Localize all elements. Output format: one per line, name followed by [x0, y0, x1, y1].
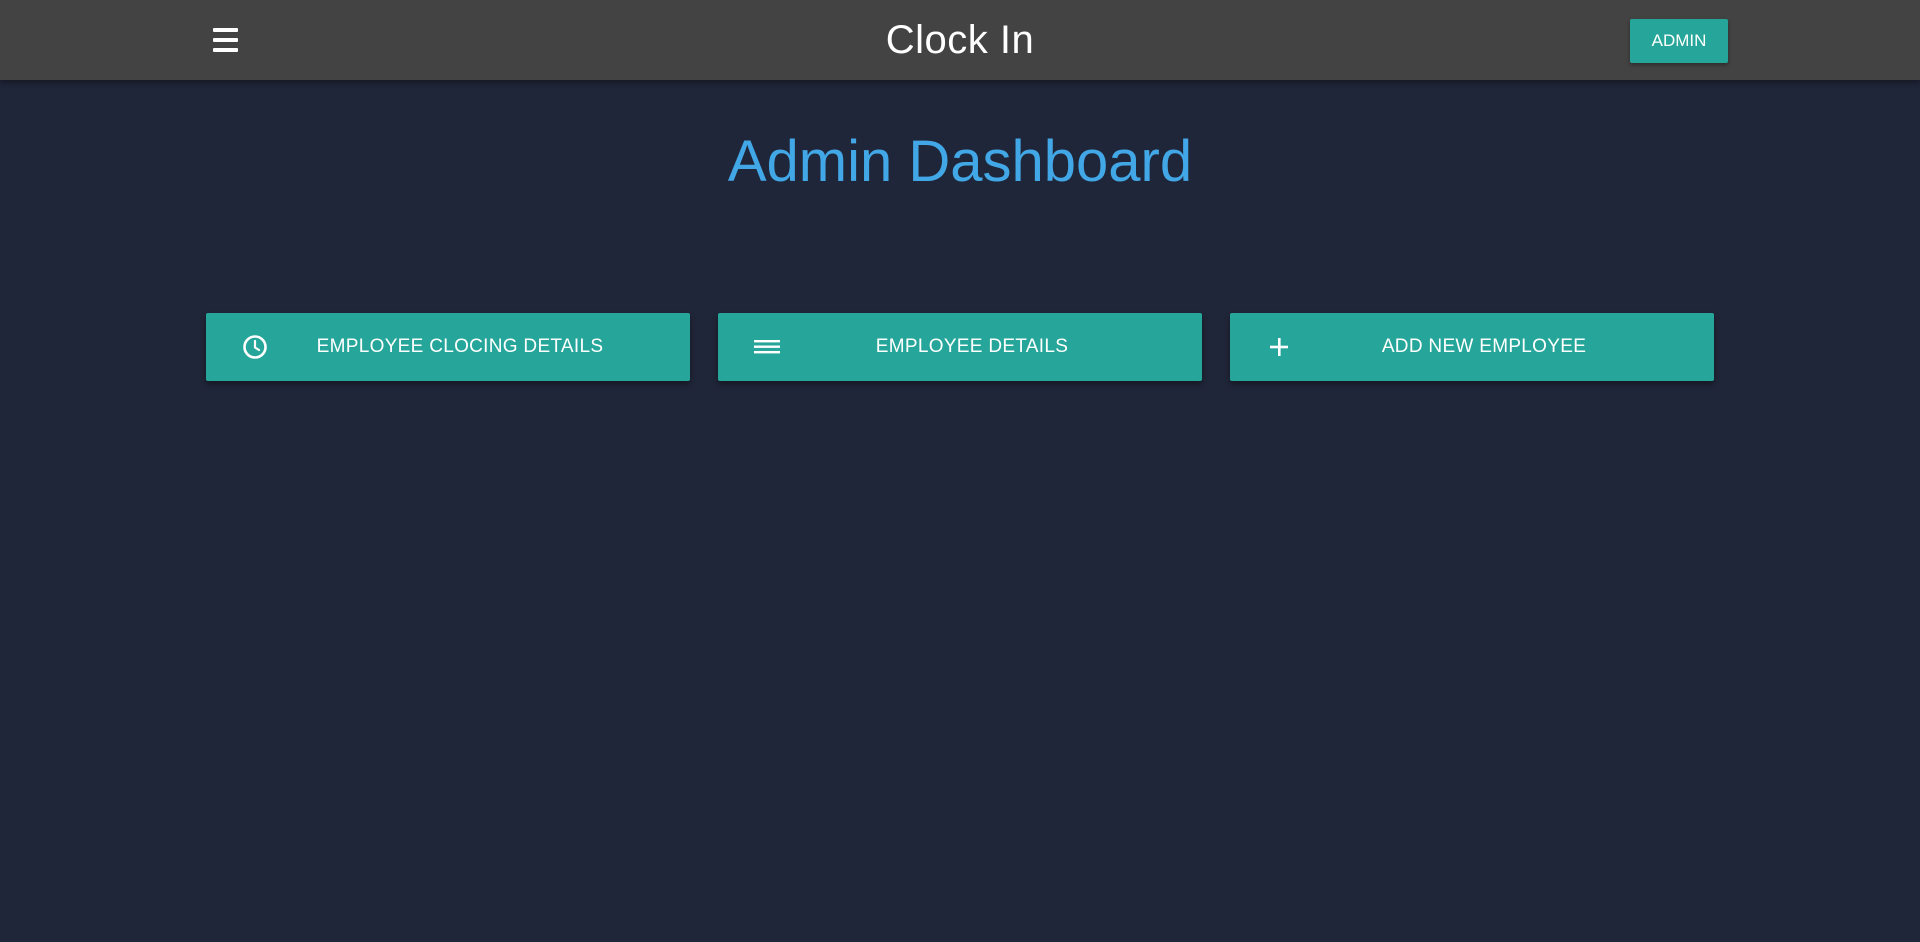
add-new-employee-button[interactable]: ADD NEW EMPLOYEE	[1230, 313, 1714, 381]
button-label: EMPLOYEE DETAILS	[875, 336, 1069, 357]
admin-button[interactable]: ADMIN	[1630, 19, 1728, 63]
button-label: ADD NEW EMPLOYEE	[1381, 336, 1587, 357]
button-label: EMPLOYEE CLOCING DETAILS	[316, 336, 604, 357]
employee-clocking-details-button[interactable]: EMPLOYEE CLOCING DETAILS	[206, 313, 690, 381]
employee-details-button[interactable]: EMPLOYEE DETAILS	[718, 313, 1202, 381]
page-title: Admin Dashboard	[727, 129, 1193, 194]
hamburger-menu-icon[interactable]	[211, 26, 243, 54]
top-navigation-bar: Clock In ADMIN	[0, 0, 1920, 80]
